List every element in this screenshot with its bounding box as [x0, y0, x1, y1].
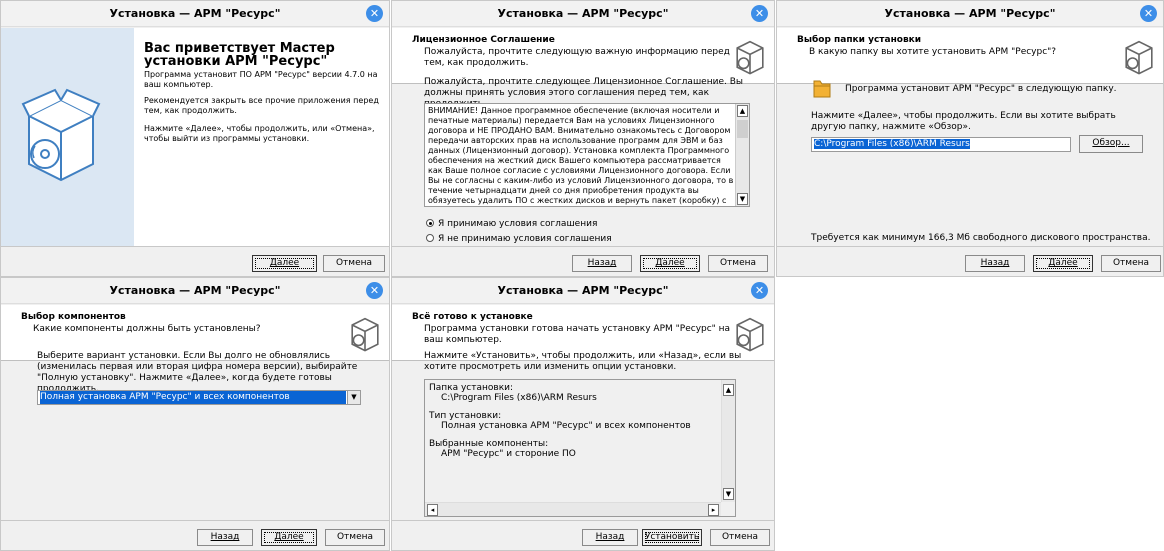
chevron-down-icon[interactable]: ▼ [347, 391, 360, 404]
install-path-input[interactable]: C:\Program Files (x86)\ARM Resurs [811, 137, 1071, 152]
scroll-thumb[interactable] [737, 120, 748, 138]
scroll-down-icon[interactable]: ▼ [737, 193, 748, 205]
page-title: Выбор компонентов [21, 312, 126, 322]
cancel-button[interactable]: Отмена [1101, 255, 1161, 272]
radio-unchecked-icon [426, 234, 434, 242]
cancel-button[interactable]: Отмена [708, 255, 768, 272]
close-icon[interactable]: ✕ [751, 282, 768, 299]
setup-box-icon [1125, 40, 1153, 75]
scrollbar[interactable]: ▲ ▼ [735, 104, 749, 206]
window-title: Установка — АРМ "Ресурс" [392, 278, 774, 304]
welcome-instructions-text: Нажмите «Далее», чтобы продолжить, или «… [144, 124, 375, 143]
back-button[interactable]: Назад [197, 529, 253, 546]
horizontal-scrollbar[interactable]: ◂ ▸ [425, 502, 721, 516]
button-bar: Назад Далее Отмена [777, 246, 1163, 276]
disk-space-text: Требуется как минимум 166,3 Мб свободног… [811, 233, 1151, 243]
setup-box-icon [351, 317, 379, 352]
welcome-version-text: Программа установит ПО АРМ "Ресурс" верс… [144, 70, 378, 89]
summary-value: C:\Program Files (x86)\ARM Resurs [441, 393, 597, 403]
back-button[interactable]: Назад [965, 255, 1025, 272]
page-header: Лицензионное Соглашение Пожалуйста, проч… [392, 28, 774, 84]
license-textbox[interactable]: ВНИМАНИЕ! Данное программное обеспечение… [424, 103, 750, 207]
page-subtitle: Программа установки готова начать устано… [424, 324, 731, 345]
components-instructions: Выберите вариант установки. Если Вы долг… [37, 351, 358, 394]
back-button[interactable]: Назад [572, 255, 632, 272]
accept-radio[interactable]: Я принимаю условия соглашения [426, 219, 597, 230]
window-title: Установка — АРМ "Ресурс" [392, 1, 774, 27]
ready-instructions: Нажмите «Установить», чтобы продолжить, … [424, 351, 742, 372]
window-title: Установка — АРМ "Ресурс" [1, 278, 389, 304]
button-bar: Назад Установить Отмена [392, 520, 774, 550]
close-icon[interactable]: ✕ [751, 5, 768, 22]
scroll-up-icon[interactable]: ▲ [723, 384, 734, 396]
license-text: ВНИМАНИЕ! Данное программное обеспечение… [428, 106, 734, 205]
next-button[interactable]: Далее [1033, 255, 1093, 272]
scroll-right-icon[interactable]: ▸ [708, 504, 719, 516]
page-subtitle: Пожалуйста, прочтите следующую важную ин… [424, 47, 730, 68]
next-button[interactable]: Далее [261, 529, 317, 546]
install-type-select[interactable]: Полная установка АРМ "Ресурс" и всех ком… [37, 390, 361, 405]
page-title: Всё готово к установке [412, 312, 533, 322]
summary-value: АРМ "Ресурс" и стороние ПО [441, 449, 576, 459]
setup-box-icon [736, 317, 764, 352]
install-button[interactable]: Установить [642, 529, 702, 546]
components-window: Установка — АРМ "Ресурс" ✕ Выбор компоне… [0, 277, 390, 551]
license-window: Установка — АРМ "Ресурс" ✕ Лицензионное … [391, 0, 775, 277]
page-subtitle: В какую папку вы хотите установить АРМ "… [809, 47, 1057, 57]
decline-radio[interactable]: Я не принимаю условия соглашения [426, 234, 612, 245]
close-icon[interactable]: ✕ [1140, 5, 1157, 22]
welcome-window: Установка — АРМ "Ресурс" ✕ Вас приветств… [0, 0, 390, 277]
page-title: Выбор папки установки [797, 35, 922, 45]
setup-box-icon [736, 40, 764, 75]
window-title: Установка — АРМ "Ресурс" [777, 1, 1163, 27]
scroll-up-icon[interactable]: ▲ [737, 105, 748, 117]
ready-window: Установка — АРМ "Ресурс" ✕ Всё готово к … [391, 277, 775, 551]
window-title: Установка — АРМ "Ресурс" [1, 1, 389, 27]
button-bar: Назад Далее Отмена [1, 520, 389, 550]
folder-window: Установка — АРМ "Ресурс" ✕ Выбор папки у… [776, 0, 1164, 277]
install-summary-memo[interactable]: Папка установки: C:\Program Files (x86)\… [424, 379, 736, 517]
page-header: Выбор папки установки В какую папку вы х… [777, 28, 1163, 84]
button-bar: Далее Отмена [1, 246, 389, 276]
setup-box-icon [21, 88, 101, 182]
folder-instructions: Нажмите «Далее», чтобы продолжить. Если … [811, 111, 1116, 132]
browse-button[interactable]: Обзор... [1079, 135, 1143, 153]
next-button[interactable]: Далее [252, 255, 317, 272]
welcome-side-panel [1, 28, 134, 248]
folder-line: Программа установит АРМ "Ресурс" в следу… [845, 84, 1117, 94]
scrollbar[interactable]: ▲ ▼ [721, 380, 735, 502]
radio-checked-icon [426, 219, 434, 227]
scroll-down-icon[interactable]: ▼ [723, 488, 734, 500]
cancel-button[interactable]: Отмена [323, 255, 385, 272]
close-icon[interactable]: ✕ [366, 282, 383, 299]
page-subtitle: Какие компоненты должны быть установлены… [33, 324, 261, 334]
cancel-button[interactable]: Отмена [710, 529, 770, 546]
welcome-close-apps-text: Рекомендуется закрыть все прочие приложе… [144, 96, 379, 115]
page-title: Лицензионное Соглашение [412, 35, 555, 45]
button-bar: Назад Далее Отмена [392, 246, 774, 276]
scroll-left-icon[interactable]: ◂ [427, 504, 438, 516]
summary-value: Полная установка АРМ "Ресурс" и всех ком… [441, 421, 691, 431]
next-button[interactable]: Далее [640, 255, 700, 272]
back-button[interactable]: Назад [582, 529, 638, 546]
close-icon[interactable]: ✕ [366, 5, 383, 22]
welcome-content: Вас приветствует Мастер установки АРМ "Р… [134, 28, 389, 248]
folder-icon [813, 80, 831, 98]
welcome-title: Вас приветствует Мастер установки АРМ "Р… [144, 41, 335, 69]
cancel-button[interactable]: Отмена [325, 529, 385, 546]
